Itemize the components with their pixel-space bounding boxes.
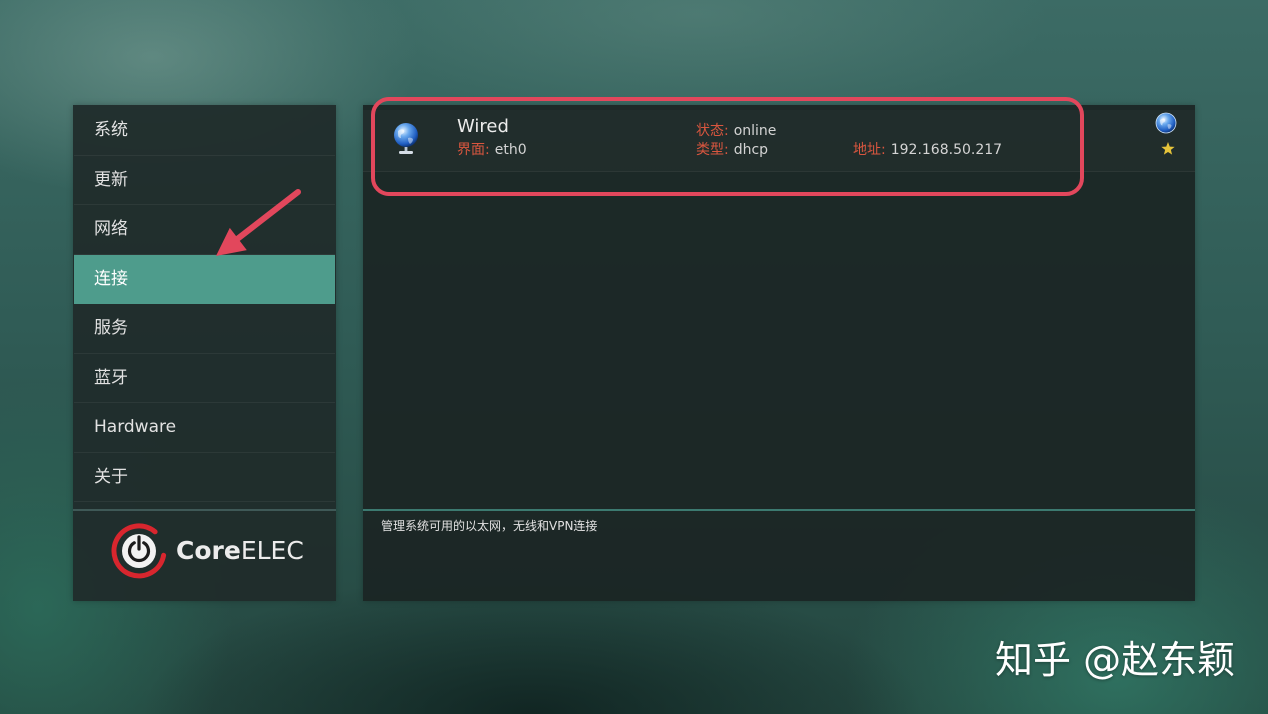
- interface-field: 界面: eth0: [457, 141, 527, 159]
- sidebar-item-label: Hardware: [94, 417, 177, 437]
- sidebar-item-services[interactable]: 服务: [74, 304, 335, 354]
- sidebar-menu: 系统 更新 网络 连接 服务 蓝牙 Hardware 关于: [73, 106, 336, 502]
- sidebar-item-system[interactable]: 系统: [74, 106, 335, 156]
- connections-panel: Wired 界面: eth0 状态: online 类型: dhcp 地址: 192.1…: [363, 105, 1195, 601]
- coreelec-logo: CoreELEC: [73, 509, 336, 601]
- sidebar-item-label: 蓝牙: [94, 367, 128, 388]
- interface-label: 界面:: [457, 142, 490, 158]
- star-icon: [1161, 142, 1175, 155]
- logo-text-secondary: ELEC: [240, 536, 304, 565]
- connection-row-wired[interactable]: Wired 界面: eth0 状态: online 类型: dhcp 地址: 192.1…: [363, 110, 1195, 172]
- interface-value: eth0: [494, 142, 527, 158]
- state-field: 状态: online: [696, 122, 776, 140]
- state-label: 状态:: [696, 123, 729, 139]
- sidebar: 系统 更新 网络 连接 服务 蓝牙 Hardware 关于 CoreELEC: [73, 105, 336, 601]
- coreelec-logo-text: CoreELEC: [176, 536, 304, 566]
- sidebar-item-label: 连接: [94, 268, 128, 289]
- type-label: 类型:: [696, 142, 729, 158]
- sidebar-item-connections[interactable]: 连接: [74, 254, 335, 304]
- sidebar-item-label: 更新: [94, 169, 128, 190]
- sidebar-item-about[interactable]: 关于: [74, 453, 335, 502]
- type-value: dhcp: [733, 142, 769, 158]
- state-value: online: [733, 123, 777, 139]
- connection-name: Wired: [457, 116, 509, 137]
- section-description: 管理系统可用的以太网，无线和VPN连接: [381, 519, 598, 533]
- sidebar-item-updates[interactable]: 更新: [74, 156, 335, 205]
- sidebar-item-label: 网络: [94, 219, 128, 239]
- sidebar-item-network[interactable]: 网络: [74, 205, 335, 255]
- sidebar-item-label: 系统: [94, 120, 128, 140]
- address-value: 192.168.50.217: [890, 142, 1003, 158]
- sidebar-item-hardware[interactable]: Hardware: [74, 403, 335, 453]
- address-label: 地址:: [853, 142, 886, 158]
- sidebar-item-bluetooth[interactable]: 蓝牙: [74, 354, 335, 403]
- address-field: 地址: 192.168.50.217: [853, 141, 1002, 159]
- sidebar-item-label: 服务: [94, 318, 128, 338]
- logo-text-primary: Core: [176, 536, 241, 565]
- type-field: 类型: dhcp: [696, 141, 768, 159]
- watermark: 知乎 @赵东颖: [995, 638, 1236, 682]
- network-globe-icon: [394, 123, 418, 154]
- globe-icon: [1155, 112, 1177, 134]
- content-divider: [363, 509, 1195, 511]
- sidebar-item-label: 关于: [94, 466, 128, 487]
- power-icon: [111, 523, 167, 579]
